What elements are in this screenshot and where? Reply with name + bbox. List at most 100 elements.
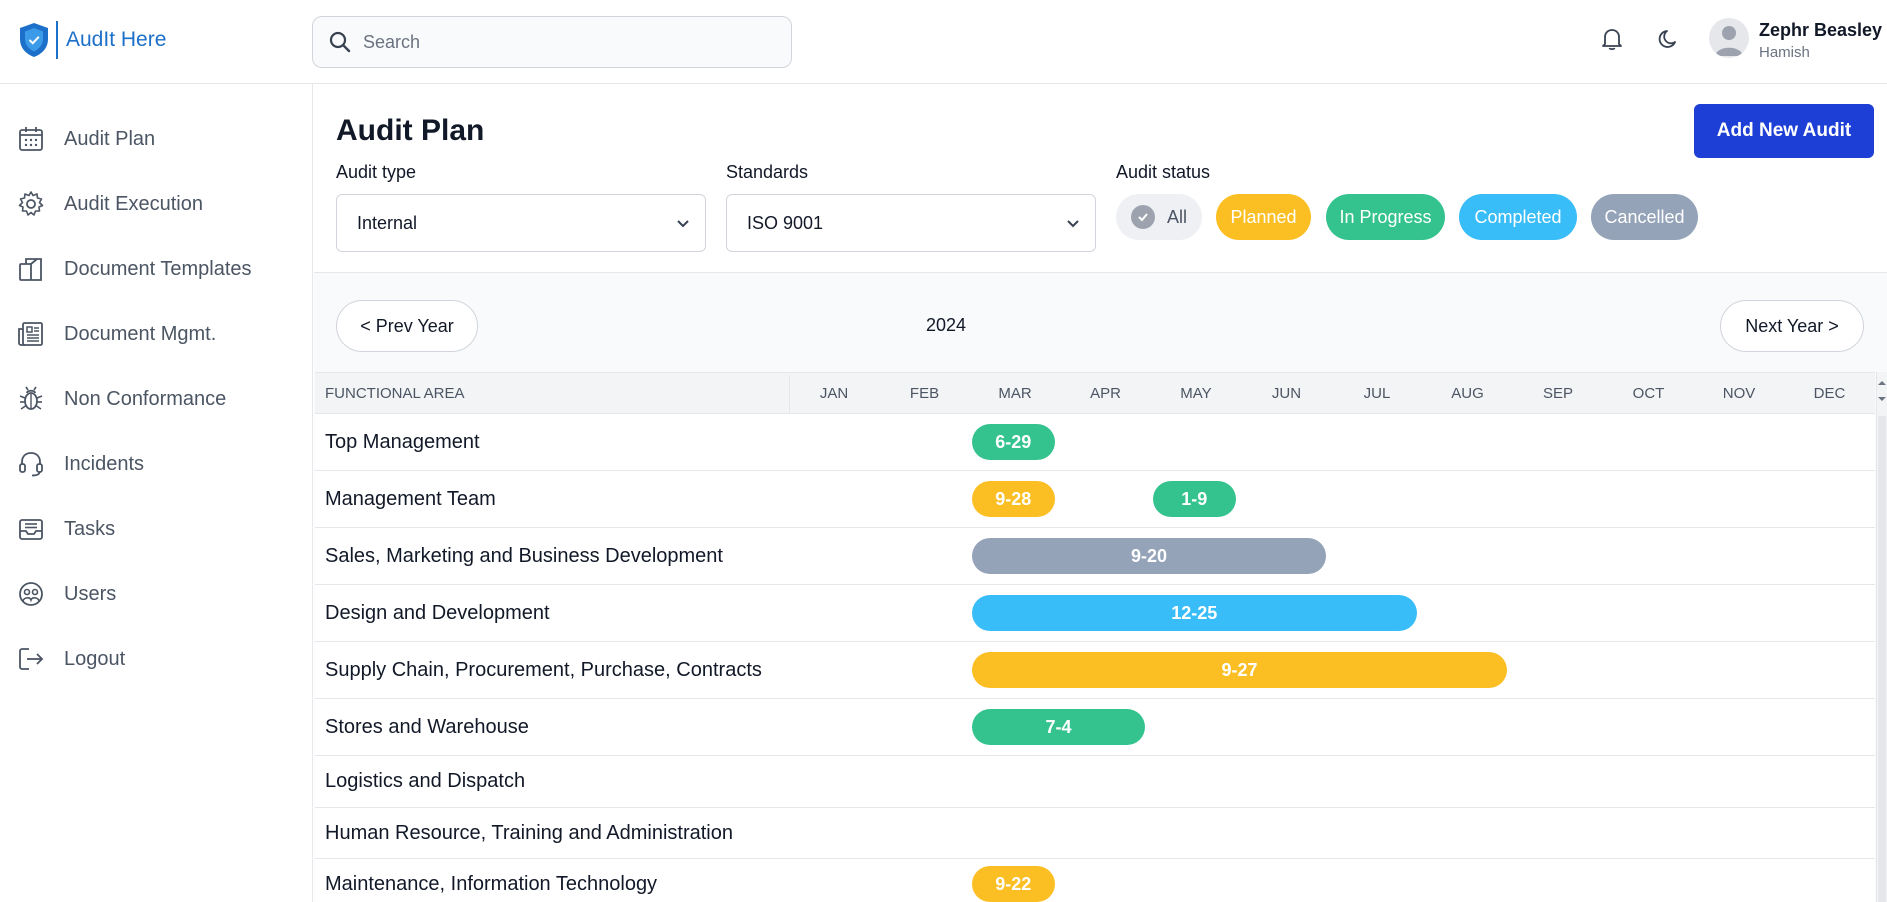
moon-icon	[1658, 30, 1676, 48]
search-input[interactable]	[363, 31, 783, 53]
sidebar-item-label: Audit Execution	[64, 192, 203, 215]
sidebar-item-tasks[interactable]: Tasks	[16, 509, 115, 549]
audit-bar[interactable]: 12-25	[972, 595, 1417, 631]
sidebar-item-label: Audit Plan	[64, 127, 156, 150]
brand-name: AudIt Here	[66, 28, 167, 51]
sidebar-item-audit-plan[interactable]: Audit Plan	[16, 119, 155, 159]
month-header: OCT	[1632, 385, 1665, 402]
timeline-row: Design and Development 12-25	[315, 585, 1875, 642]
search-icon	[329, 31, 351, 53]
functional-area-header: FUNCTIONAL AREA	[325, 385, 465, 402]
sidebar-item-label: Non Conformance	[64, 387, 227, 410]
calendar-icon	[16, 124, 46, 154]
status-filter-all[interactable]: All	[1116, 194, 1202, 240]
functional-area-name: Maintenance, Information Technology	[325, 873, 658, 895]
functional-area-name: Supply Chain, Procurement, Purchase, Con…	[325, 659, 762, 681]
timeline-row: Stores and Warehouse 7-4	[315, 699, 1875, 756]
scroll-down-icon	[1878, 397, 1886, 401]
audit-bar[interactable]: 9-20	[972, 538, 1326, 574]
notifications-button[interactable]	[1597, 24, 1627, 54]
chevron-down-icon	[1067, 220, 1079, 228]
sidebar-item-document-mgmt[interactable]: Document Mgmt.	[16, 314, 216, 354]
status-filter-planned[interactable]: Planned	[1216, 194, 1311, 240]
newspaper-icon	[16, 319, 46, 349]
timeline-row: Maintenance, Information Technology 9-22	[315, 859, 1875, 902]
chevron-down-icon	[677, 220, 689, 228]
audit-bar[interactable]: 1-9	[1153, 481, 1236, 517]
sidebar-item-label: Users	[64, 582, 117, 605]
page-title: Audit Plan	[336, 114, 485, 147]
sidebar-item-label: Document Mgmt.	[64, 322, 217, 345]
top-bar: AudIt Here Zephr Beasley Hamish	[0, 0, 1887, 84]
month-header: NOV	[1722, 385, 1756, 402]
month-header: JUN	[1271, 385, 1302, 402]
functional-area-name: Logistics and Dispatch	[325, 770, 526, 792]
sidebar-item-label: Logout	[64, 647, 126, 670]
bell-icon	[1602, 29, 1622, 51]
audit-status-label: Audit status	[1116, 162, 1211, 182]
month-header: JUL	[1363, 385, 1391, 402]
check-icon	[1130, 205, 1155, 229]
month-header: APR	[1090, 385, 1121, 402]
add-new-audit-button[interactable]: Add New Audit	[1694, 104, 1874, 158]
next-year-button[interactable]: Next Year >	[1720, 300, 1864, 352]
audit-type-select[interactable]: Internal	[336, 194, 706, 252]
sidebar-item-incidents[interactable]: Incidents	[16, 444, 144, 484]
timeline-row: Sales, Marketing and Business Developmen…	[315, 528, 1875, 585]
audit-type-value: Internal	[357, 212, 418, 233]
functional-area-name: Design and Development	[325, 602, 550, 624]
timeline-scrollbar[interactable]	[1876, 372, 1887, 902]
functional-area-name: Management Team	[325, 488, 496, 510]
audit-bar[interactable]: 9-22	[972, 866, 1055, 902]
brand-logo[interactable]: AudIt Here	[18, 20, 166, 60]
status-filter-in-progress[interactable]: In Progress	[1326, 194, 1445, 240]
inbox-icon	[16, 514, 46, 544]
sidebar-item-users[interactable]: Users	[16, 574, 116, 614]
timeline-row: Supply Chain, Procurement, Purchase, Con…	[315, 642, 1875, 699]
search-box[interactable]	[312, 16, 792, 68]
shield-icon	[20, 23, 48, 57]
month-header: SEP	[1542, 385, 1573, 402]
status-filter-label: Cancelled	[1604, 206, 1685, 227]
standards-select[interactable]: ISO 9001	[726, 194, 1096, 252]
month-header: MAY	[1180, 385, 1212, 402]
status-filter-label: Planned	[1230, 206, 1297, 227]
timeline-row: Human Resource, Training and Administrat…	[315, 808, 1875, 859]
timeline-row: Logistics and Dispatch	[315, 756, 1875, 808]
month-header: DEC	[1813, 385, 1846, 402]
document-templates-icon	[16, 254, 46, 284]
sidebar-item-logout[interactable]: Logout	[16, 639, 125, 679]
audit-bar[interactable]: 7-4	[972, 709, 1145, 745]
prev-year-button[interactable]: < Prev Year	[336, 300, 478, 352]
scroll-thumb[interactable]	[1878, 416, 1886, 902]
theme-toggle-button[interactable]	[1654, 24, 1684, 54]
timeline-header: FUNCTIONAL AREA JAN FEB MAR APR MAY JUN JUL AUG…	[315, 372, 1875, 414]
status-filter-label: In Progress	[1339, 206, 1432, 227]
audit-timeline-grid: FUNCTIONAL AREA JAN FEB MAR APR MAY JUN JUL AUG…	[315, 372, 1875, 902]
sidebar-item-audit-execution[interactable]: Audit Execution	[16, 184, 203, 224]
status-filter-label: Completed	[1474, 206, 1562, 227]
users-icon	[16, 579, 46, 609]
audit-bar[interactable]: 9-27	[972, 652, 1507, 688]
status-filter-cancelled[interactable]: Cancelled	[1591, 194, 1698, 240]
month-header: FEB	[909, 385, 940, 402]
gear-icon	[16, 189, 46, 219]
user-name[interactable]: Zephr Beasley	[1759, 20, 1882, 41]
avatar[interactable]	[1709, 18, 1749, 58]
functional-area-name: Human Resource, Training and Administrat…	[325, 822, 733, 844]
audit-type-label: Audit type	[336, 162, 417, 182]
timeline-row: Management Team 9-28 1-9	[315, 471, 1875, 528]
standards-value: ISO 9001	[747, 212, 824, 233]
audit-calendar: < Prev Year 2024 Next Year > FUNCTIONAL …	[314, 272, 1887, 902]
sidebar-item-non-conformance[interactable]: Non Conformance	[16, 379, 226, 419]
audit-bar[interactable]: 9-28	[972, 481, 1055, 517]
audit-bar[interactable]: 6-29	[972, 424, 1055, 460]
sidebar-item-document-templates[interactable]: Document Templates	[16, 249, 252, 289]
sidebar-item-label: Tasks	[64, 517, 116, 540]
functional-area-name: Sales, Marketing and Business Developmen…	[325, 545, 723, 567]
timeline-row: Top Management 6-29	[315, 414, 1875, 471]
bug-icon	[16, 384, 46, 414]
month-header: MAR	[998, 385, 1032, 402]
status-filter-label: All	[1166, 206, 1187, 227]
status-filter-completed[interactable]: Completed	[1459, 194, 1577, 240]
